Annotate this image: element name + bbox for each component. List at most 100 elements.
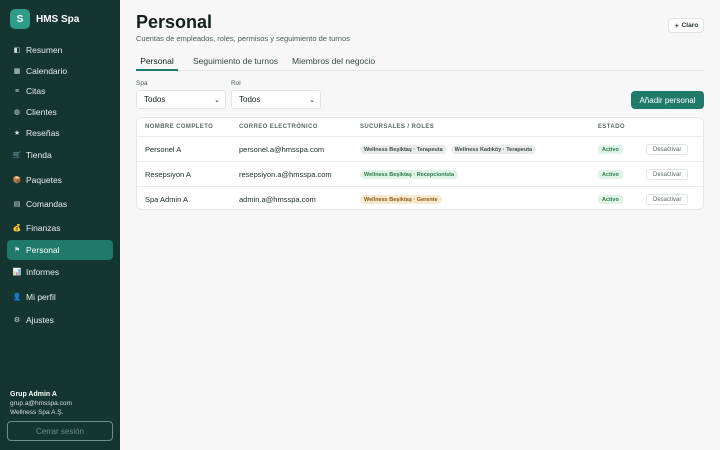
role-filter-label: Rol bbox=[231, 80, 241, 87]
role-chip: Wellness Beşiktaş · Recepcionista bbox=[360, 170, 459, 179]
theme-toggle-label: Claro bbox=[681, 22, 699, 29]
sidebar-item-label: Informes bbox=[26, 267, 60, 277]
sidebar-item-resenas[interactable]: ★ Reseñas bbox=[7, 123, 113, 143]
row-roles: Wellness Beşiktaş · Gerente bbox=[360, 187, 446, 209]
sidebar-item-citas[interactable]: ≡ Citas bbox=[7, 81, 113, 101]
sidebar-item-ajustes[interactable]: ⚙ Ajustes bbox=[7, 310, 113, 330]
sidebar-item-label: Comandas bbox=[26, 199, 68, 209]
table-row: Resepsiyon A resepsiyon.a@hmsspa.com Wel… bbox=[137, 161, 703, 187]
row-roles: Wellness Beşiktaş · Terapeuta Wellness K… bbox=[360, 137, 540, 162]
row-name: Resepsiyon A bbox=[145, 170, 191, 179]
cart-icon: 🛒 bbox=[12, 152, 22, 159]
main-content: Personal Cuentas de empleados, roles, pe… bbox=[120, 0, 720, 450]
sidebar-item-personal[interactable]: ⚑ Personal bbox=[7, 240, 113, 260]
sidebar-item-paquetes[interactable]: 📦 Paquetes bbox=[7, 170, 113, 190]
sidebar: S HMS Spa ◧ Resumen ▦ Calendario ≡ Citas… bbox=[0, 0, 120, 450]
chevron-down-icon: ⌄ bbox=[214, 96, 220, 104]
chart-icon: 📊 bbox=[12, 269, 22, 276]
spa-filter-value: Todos bbox=[144, 95, 166, 104]
theme-toggle-button[interactable]: ☀ Claro bbox=[668, 18, 704, 33]
row-status: Activo bbox=[598, 187, 623, 209]
row-name: Personel A bbox=[145, 145, 182, 154]
tab-seguimiento-turnos[interactable]: Seguimiento de turnos bbox=[193, 52, 278, 71]
row-actions: Desactivar bbox=[646, 162, 689, 187]
row-actions: Desactivar bbox=[646, 137, 689, 162]
row-name: Spa Admin A bbox=[145, 195, 188, 204]
add-staff-button[interactable]: Añadir personal bbox=[631, 91, 704, 109]
user-name: Grup Admin A bbox=[10, 391, 57, 398]
calendar-icon: ▦ bbox=[13, 68, 21, 75]
tab-bar: Personal Seguimiento de turnos Miembros … bbox=[136, 52, 704, 71]
sidebar-item-label: Tienda bbox=[26, 150, 52, 160]
role-chip: Wellness Beşiktaş · Terapeuta bbox=[360, 145, 447, 154]
status-badge: Activo bbox=[598, 170, 623, 179]
user-email: grup.a@hmsspa.com bbox=[10, 400, 72, 407]
row-email: admin.a@hmsspa.com bbox=[239, 195, 316, 204]
clients-icon: ◍ bbox=[13, 109, 21, 116]
tab-miembros-negocio[interactable]: Miembros del negocio bbox=[292, 52, 375, 71]
status-badge: Activo bbox=[598, 195, 623, 204]
sidebar-item-informes[interactable]: 📊 Informes bbox=[7, 262, 113, 282]
role-filter-value: Todos bbox=[239, 95, 261, 104]
sidebar-item-resumen[interactable]: ◧ Resumen bbox=[7, 40, 113, 60]
user-company: Wellness Spa A.Ş. bbox=[10, 409, 64, 416]
sidebar-item-comandas[interactable]: ▤ Comandas bbox=[7, 194, 113, 214]
table-row: Spa Admin A admin.a@hmsspa.com Wellness … bbox=[137, 186, 703, 209]
user-icon: 👤 bbox=[12, 294, 22, 301]
sidebar-item-label: Calendario bbox=[26, 66, 68, 76]
deactivate-button[interactable]: Desactivar bbox=[646, 169, 689, 180]
list-icon: ≡ bbox=[14, 87, 20, 95]
sidebar-item-label: Finanzas bbox=[26, 223, 61, 233]
status-badge: Activo bbox=[598, 145, 623, 154]
sun-icon: ☀ bbox=[673, 22, 680, 30]
brand-name: HMS Spa bbox=[36, 13, 80, 25]
star-icon: ★ bbox=[13, 130, 21, 137]
spa-filter-select[interactable]: Todos ⌄ bbox=[136, 90, 226, 109]
brand-logo: S bbox=[10, 9, 30, 29]
row-email: personel.a@hmsspa.com bbox=[239, 145, 325, 154]
column-header-status: ESTADO bbox=[598, 124, 625, 130]
table-row: Personel A personel.a@hmsspa.com Wellnes… bbox=[137, 136, 703, 162]
sidebar-item-tienda[interactable]: 🛒 Tienda bbox=[7, 145, 113, 165]
role-filter-select[interactable]: Todos ⌄ bbox=[231, 90, 321, 109]
tab-personal[interactable]: Personal bbox=[136, 52, 178, 71]
sidebar-item-label: Personal bbox=[26, 245, 60, 255]
column-header-roles: SUCURSALES / ROLES bbox=[360, 124, 435, 130]
role-chip: Wellness Beşiktaş · Gerente bbox=[360, 195, 442, 204]
money-bag-icon: 💰 bbox=[12, 225, 22, 232]
sidebar-item-label: Reseñas bbox=[26, 128, 60, 138]
user-info: Grup Admin A grup.a@hmsspa.com Wellness … bbox=[10, 390, 72, 417]
sidebar-item-label: Clientes bbox=[26, 107, 57, 117]
receipt-icon: ▤ bbox=[13, 201, 21, 208]
brand[interactable]: S HMS Spa bbox=[10, 9, 79, 29]
sidebar-item-label: Citas bbox=[26, 86, 46, 96]
column-header-email: CORREO ELECTRÓNICO bbox=[239, 124, 318, 130]
page-subtitle: Cuentas de empleados, roles, permisos y … bbox=[136, 34, 350, 43]
column-header-name: NOMBRE COMPLETO bbox=[145, 124, 214, 130]
flag-icon: ⚑ bbox=[13, 247, 21, 254]
role-chip: Wellness Kadıköy · Terapeuta bbox=[450, 145, 537, 154]
sidebar-item-label: Resumen bbox=[26, 45, 63, 55]
sidebar-item-label: Mi perfil bbox=[26, 292, 56, 302]
row-actions: Desactivar bbox=[646, 187, 689, 209]
deactivate-button[interactable]: Desactivar bbox=[646, 194, 689, 205]
logout-button[interactable]: Cerrar sesión bbox=[7, 421, 113, 441]
row-roles: Wellness Beşiktaş · Recepcionista bbox=[360, 162, 462, 187]
row-status: Activo bbox=[598, 162, 623, 187]
spa-filter-label: Spa bbox=[136, 80, 148, 87]
gear-icon: ⚙ bbox=[13, 317, 21, 324]
chevron-down-icon: ⌄ bbox=[309, 96, 315, 104]
dashboard-icon: ◧ bbox=[13, 47, 21, 54]
sidebar-item-mi-perfil[interactable]: 👤 Mi perfil bbox=[7, 287, 113, 307]
sidebar-item-label: Ajustes bbox=[26, 315, 54, 325]
sidebar-item-clientes[interactable]: ◍ Clientes bbox=[7, 102, 113, 122]
page-title: Personal bbox=[136, 12, 213, 32]
row-status: Activo bbox=[598, 137, 623, 162]
staff-table: NOMBRE COMPLETO CORREO ELECTRÓNICO SUCUR… bbox=[136, 117, 704, 210]
package-icon: 📦 bbox=[12, 177, 22, 184]
sidebar-item-calendario[interactable]: ▦ Calendario bbox=[7, 61, 113, 81]
row-email: resepsiyon.a@hmsspa.com bbox=[239, 170, 332, 179]
sidebar-item-finanzas[interactable]: 💰 Finanzas bbox=[7, 218, 113, 238]
deactivate-button[interactable]: Desactivar bbox=[646, 144, 689, 155]
sidebar-item-label: Paquetes bbox=[26, 175, 62, 185]
